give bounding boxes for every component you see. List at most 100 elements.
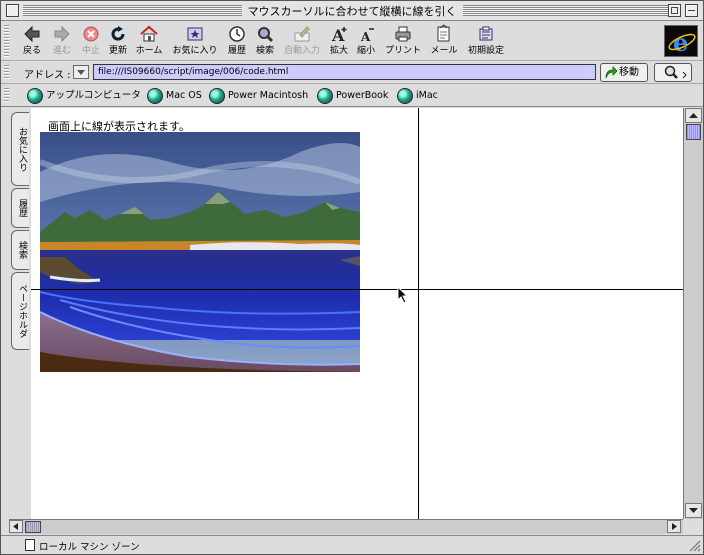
horizontal-scrollbar[interactable] <box>9 519 683 534</box>
home-button[interactable]: ホーム <box>134 24 164 58</box>
favorite-powerbook[interactable]: PowerBook <box>316 87 388 105</box>
home-label: ホーム <box>135 46 163 56</box>
history-label: 履歴 <box>227 46 246 56</box>
mail-icon <box>437 24 450 42</box>
text-smaller-button[interactable]: A 縮小 <box>355 24 377 58</box>
tab-history[interactable]: 履歴 <box>11 188 29 228</box>
text-larger-button[interactable]: A 拡大 <box>328 24 350 58</box>
address-input[interactable] <box>93 64 596 80</box>
text-larger-label: 拡大 <box>329 46 348 56</box>
tab-page-holder[interactable]: ページホルダ <box>11 272 29 350</box>
mail-button[interactable]: メール <box>429 24 459 58</box>
globe-icon <box>147 88 163 104</box>
favorite-imac[interactable]: iMac <box>396 87 438 105</box>
tab-search[interactable]: 検索 <box>11 230 29 270</box>
status-bar: ローカル マシン ゾーン <box>1 535 703 554</box>
go-arrow-icon <box>605 66 618 79</box>
text-smaller-label: 縮小 <box>356 46 375 56</box>
toolbar-grip[interactable] <box>4 25 9 57</box>
text-larger-icon: A <box>331 26 347 44</box>
globe-icon <box>27 88 43 104</box>
mail-label: メール <box>430 46 458 56</box>
favorite-label: Mac OS <box>166 90 202 101</box>
forward-arrow-icon <box>54 25 70 43</box>
explorer-bar-tabs: お気に入り 履歴 検索 ページホルダ <box>1 108 31 520</box>
scroll-up-button[interactable] <box>685 108 702 123</box>
preferences-button[interactable]: 初期設定 <box>466 24 506 58</box>
collapse-box[interactable] <box>685 4 698 17</box>
ie-logo-icon: e <box>668 28 696 57</box>
favorite-macos[interactable]: Mac OS <box>146 87 202 105</box>
zoom-box[interactable] <box>668 4 681 17</box>
vertical-scroll-thumb[interactable] <box>686 124 701 140</box>
resize-grip-icon[interactable] <box>688 539 702 553</box>
history-button[interactable]: 履歴 <box>225 24 249 58</box>
history-icon <box>229 26 245 42</box>
triangle-down-icon <box>77 70 85 75</box>
tab-label: お気に入り <box>17 126 27 172</box>
autofill-icon <box>294 26 310 42</box>
window-title: マウスカーソルに合わせて縦横に線を引く <box>241 5 463 18</box>
address-grip[interactable] <box>4 65 9 80</box>
address-history-dropdown[interactable] <box>73 65 89 79</box>
favorite-apple[interactable]: アップルコンピュータ <box>26 87 141 105</box>
tab-favorites[interactable]: お気に入り <box>11 112 29 186</box>
globe-icon <box>397 88 413 104</box>
forward-label: 進む <box>52 46 71 56</box>
favorites-label: お気に入り <box>172 46 218 56</box>
preferences-label: 初期設定 <box>467 46 504 56</box>
scroll-right-button[interactable] <box>667 520 681 533</box>
arrow-up-icon <box>689 113 698 118</box>
title-bar[interactable]: マウスカーソルに合わせて縦横に線を引く <box>1 1 703 21</box>
favorite-label: PowerBook <box>336 90 389 101</box>
back-label: 戻る <box>22 46 41 56</box>
svg-text:A: A <box>331 26 345 44</box>
print-label: プリント <box>384 46 421 56</box>
toolbar: 戻る 進む 中止 更新 ホーム お気に入り 履歴 検索 自動入力 A 拡大 A … <box>1 21 703 61</box>
stop-label: 中止 <box>81 46 100 56</box>
favorite-label: Power Macintosh <box>228 90 309 101</box>
vertical-scrollbar[interactable] <box>683 108 703 519</box>
scroll-left-button[interactable] <box>9 520 23 533</box>
scroll-down-button[interactable] <box>685 503 702 518</box>
browser-window: マウスカーソルに合わせて縦横に線を引く 戻る 進む 中止 更新 ホーム お気に入… <box>0 0 704 555</box>
autofill-label: 自動入力 <box>283 46 320 56</box>
favorites-grip[interactable] <box>4 88 9 103</box>
favorites-bar: アップルコンピュータ Mac OS Power Macintosh PowerB… <box>1 85 703 107</box>
horizontal-cursor-line <box>31 289 683 290</box>
address-bar: アドレス : 移動 <box>1 62 703 84</box>
arrow-down-icon <box>689 508 698 513</box>
favorite-power-macintosh[interactable]: Power Macintosh <box>208 87 308 105</box>
back-button[interactable]: 戻る <box>19 24 45 58</box>
home-icon <box>140 25 158 42</box>
address-label: アドレス : <box>24 70 71 81</box>
stop-button[interactable]: 中止 <box>78 24 104 58</box>
ie-logo[interactable]: e <box>664 25 698 57</box>
forward-button[interactable]: 進む <box>49 24 75 58</box>
autofill-button[interactable]: 自動入力 <box>281 24 323 58</box>
arrow-left-icon <box>13 523 18 530</box>
favorites-button[interactable]: お気に入り <box>171 24 219 58</box>
text-smaller-icon: A <box>360 28 374 44</box>
page-content[interactable]: 画面上に線が表示されます。 <box>31 108 683 519</box>
stop-icon <box>83 26 99 42</box>
status-text: ローカル マシン ゾーン <box>39 542 140 553</box>
print-icon <box>395 26 411 42</box>
local-zone-icon <box>25 539 35 551</box>
back-arrow-icon <box>24 25 40 43</box>
globe-icon <box>209 88 225 104</box>
go-button[interactable]: 移動 <box>600 63 648 82</box>
search-menu-button[interactable] <box>654 63 692 82</box>
refresh-label: 更新 <box>108 46 127 56</box>
favorite-label: アップルコンピュータ <box>46 90 141 101</box>
horizontal-scroll-thumb[interactable] <box>25 521 41 533</box>
search-icon <box>258 27 274 43</box>
go-label: 移動 <box>619 67 639 78</box>
search-label: 検索 <box>255 46 274 56</box>
refresh-button[interactable]: 更新 <box>105 24 131 58</box>
globe-icon <box>317 88 333 104</box>
search-button[interactable]: 検索 <box>253 24 277 58</box>
print-button[interactable]: プリント <box>383 24 423 58</box>
landscape-image <box>40 132 360 372</box>
arrow-right-icon <box>672 523 677 530</box>
